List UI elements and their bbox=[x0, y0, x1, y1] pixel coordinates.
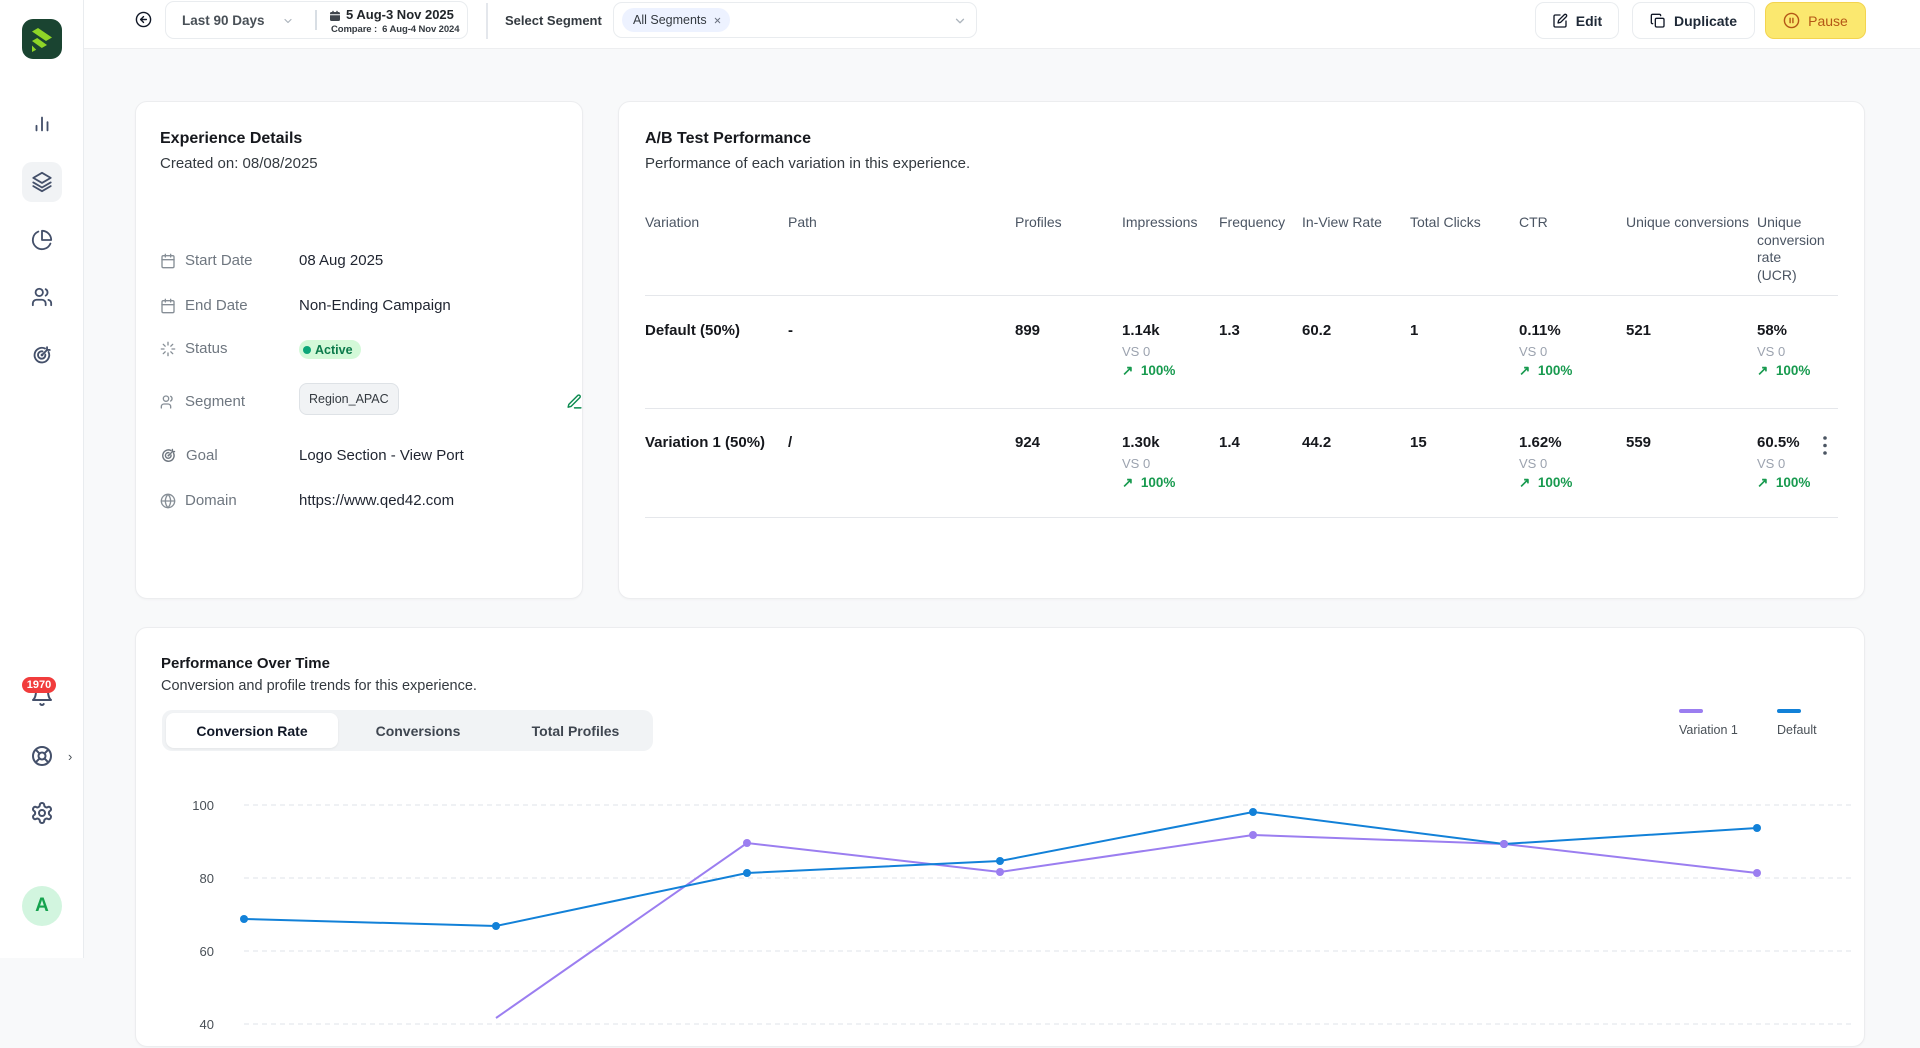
svg-text:60: 60 bbox=[200, 944, 214, 959]
svg-text:80: 80 bbox=[200, 871, 214, 886]
svg-text:40: 40 bbox=[200, 1017, 214, 1032]
svg-text:100: 100 bbox=[192, 798, 214, 813]
